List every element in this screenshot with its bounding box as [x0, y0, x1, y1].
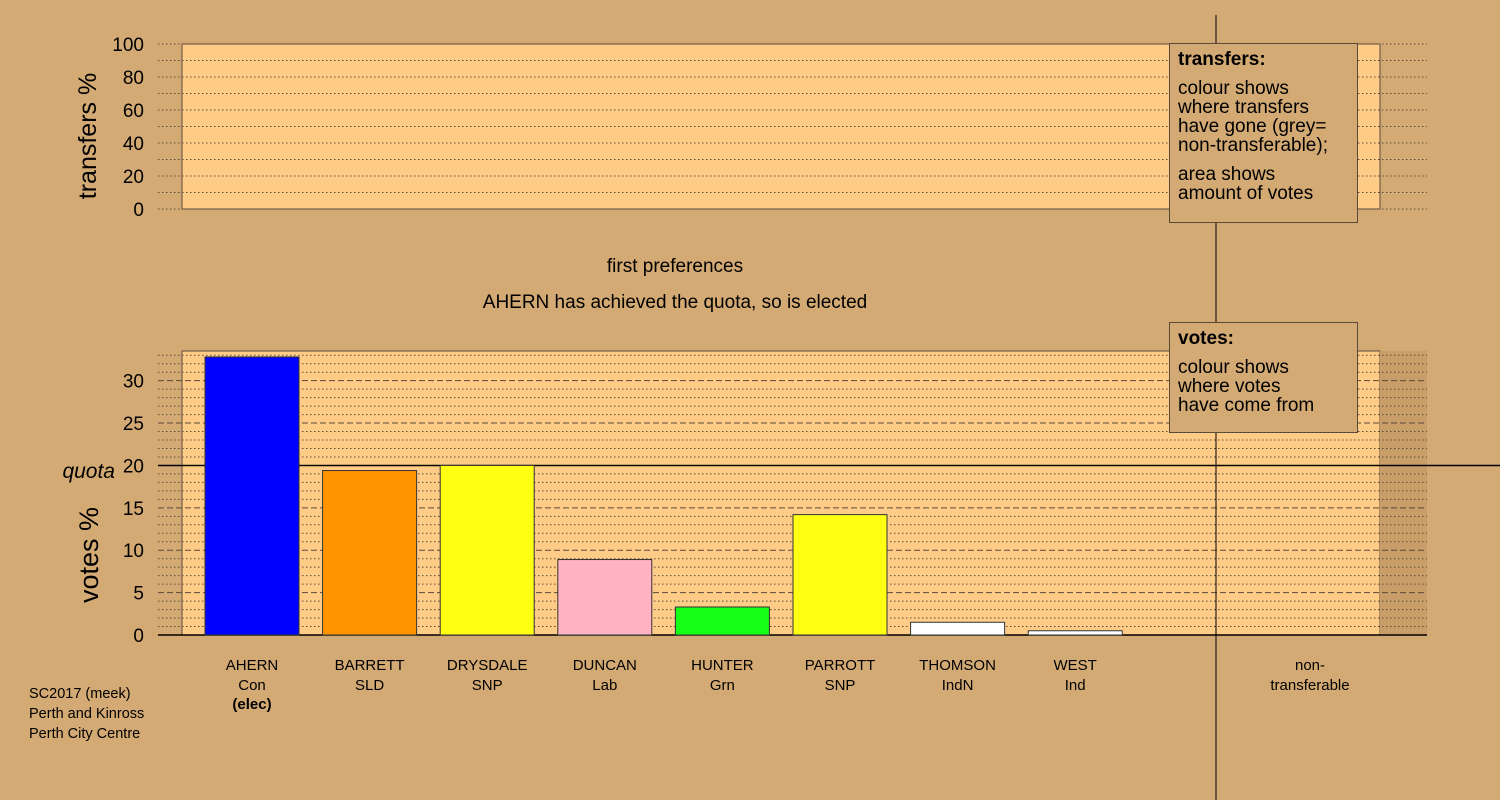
transfers-legend-line: have gone (grey= — [1178, 116, 1327, 137]
y-tick-label: 40 — [123, 134, 144, 155]
bar-drysdale — [439, 464, 535, 636]
y-tick-label: 0 — [133, 200, 144, 221]
election-credits: SC2017 (meek) Perth and Kinross Perth Ci… — [29, 684, 144, 744]
credits-council: Perth and Kinross — [29, 706, 145, 722]
bar-hunter — [674, 606, 770, 636]
y-tick-label: 5 — [133, 584, 144, 605]
candidate-party: IndN — [942, 677, 974, 694]
non-transferable-label: transferable — [1270, 677, 1349, 694]
votes-legend-heading: votes: — [1178, 328, 1234, 349]
candidate-status: (elec) — [232, 696, 271, 713]
votes-legend-line: have come from — [1178, 395, 1315, 416]
bar-thomson — [910, 621, 1006, 636]
stage-title: first preferences — [607, 256, 743, 277]
candidate-party: Lab — [592, 677, 617, 694]
transfers-y-axis-label: transfers % — [74, 73, 102, 199]
transfers-legend-line: where transfers — [1178, 97, 1309, 118]
transfers-legend-box: transfers: colour shows where transfers … — [1169, 43, 1358, 223]
bar-parrott — [792, 514, 888, 636]
transfers-legend-line: non-transferable); — [1178, 135, 1328, 156]
transfers-legend-heading: transfers: — [1178, 49, 1266, 70]
quota-label: quota — [62, 460, 115, 483]
votes-y-axis-label: votes % — [74, 507, 104, 603]
candidate-party: SNP — [825, 677, 856, 694]
y-tick-label: 100 — [112, 35, 144, 56]
votes-legend-box: votes: colour shows where votes have com… — [1169, 322, 1358, 433]
transfers-legend-line: area shows — [1178, 164, 1276, 185]
candidate-party: SLD — [355, 677, 384, 694]
candidate-name: DRYSDALE — [447, 657, 528, 674]
candidate-name: AHERN — [226, 657, 279, 674]
candidate-name: HUNTER — [691, 657, 754, 674]
y-tick-label: 0 — [133, 626, 144, 647]
candidate-party: Ind — [1065, 677, 1086, 694]
candidate-party: SNP — [472, 677, 503, 694]
bar-barrett — [322, 470, 418, 636]
y-tick-label: 60 — [123, 101, 144, 122]
credits-election: SC2017 (meek) — [29, 686, 131, 702]
bar-ahern — [204, 356, 300, 636]
stage-subtitle: AHERN has achieved the quota, so is elec… — [483, 292, 867, 313]
y-tick-label: 25 — [123, 414, 144, 435]
y-tick-label: 10 — [123, 541, 144, 562]
candidate-name: THOMSON — [919, 657, 996, 674]
non-transferable-label: non- — [1295, 657, 1325, 674]
credits-ward: Perth City Centre — [29, 726, 141, 742]
candidate-party: Grn — [710, 677, 735, 694]
votes-legend-line: where votes — [1178, 376, 1281, 397]
candidate-name: BARRETT — [335, 657, 405, 674]
candidate-name: WEST — [1054, 657, 1097, 674]
candidate-labels: AHERN Con (elec) BARRETT SLD DRYSDALE SNP DUNCA… — [226, 657, 1350, 713]
votes-legend-line: colour shows — [1178, 357, 1289, 378]
bar-west — [1027, 630, 1123, 636]
candidate-party: Con — [238, 677, 266, 694]
bar-duncan — [557, 559, 653, 636]
candidate-name: DUNCAN — [573, 657, 637, 674]
transfers-legend-line: colour shows — [1178, 78, 1289, 99]
candidate-name: PARROTT — [805, 657, 876, 674]
transfers-legend-line: amount of votes — [1178, 183, 1314, 204]
y-tick-label: 20 — [123, 456, 144, 477]
y-tick-label: 30 — [123, 372, 144, 393]
y-tick-label: 20 — [123, 167, 144, 188]
transfers-y-axis: 0 20 40 60 80 100 — [112, 35, 144, 221]
y-tick-label: 15 — [123, 499, 144, 520]
votes-y-axis: 0 5 10 15 20 25 30 — [123, 372, 144, 647]
y-tick-label: 80 — [123, 68, 144, 89]
